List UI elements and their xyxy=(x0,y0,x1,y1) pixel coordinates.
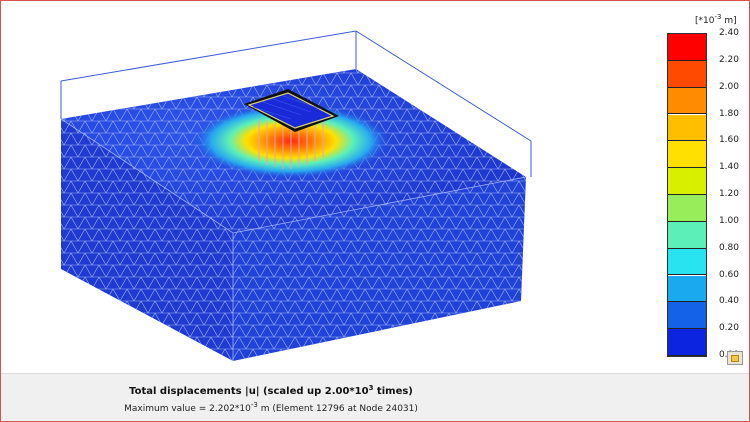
legend-tick-label: 0.20 xyxy=(718,323,739,334)
legend-step xyxy=(668,329,706,356)
legend-tick-label: 2.40 xyxy=(718,28,739,38)
maximum-value-text: Maximum value = 2.202*10-3 m (Element 12… xyxy=(124,401,418,414)
legend-step xyxy=(668,248,706,276)
legend-step xyxy=(668,114,706,142)
lock-icon[interactable] xyxy=(727,351,743,365)
legend-step xyxy=(668,195,706,222)
legend-step xyxy=(668,168,706,195)
legend-step xyxy=(668,60,706,88)
legend-tick-label: 1.20 xyxy=(718,189,739,199)
legend-tick-label: 0.40 xyxy=(718,296,739,307)
legend-step xyxy=(668,275,706,303)
results-window: [*10-3 m] 2.40 2.20 2.00 1.80 1.60 1.40 1.20 1.… xyxy=(0,0,750,422)
result-title: Total displacements |u| (scaled up 2.00*… xyxy=(129,384,413,397)
model-viewport[interactable] xyxy=(1,1,661,373)
legend-tick-label: 2.00 xyxy=(718,81,739,92)
legend-tick-label: 1.80 xyxy=(718,108,739,119)
legend-tick-label: 2.20 xyxy=(718,54,739,65)
legend-tick-label: 1.40 xyxy=(718,162,739,173)
legend-step xyxy=(668,221,706,249)
legend-tick-label: 1.00 xyxy=(718,215,739,226)
color-legend: [*10-3 m] 2.40 2.20 2.00 1.80 1.60 1.40 1.20 1.… xyxy=(661,9,749,369)
legend-color-bar xyxy=(667,33,707,357)
legend-step xyxy=(668,302,706,330)
legend-tick-label: 1.60 xyxy=(718,135,739,146)
legend-step xyxy=(668,87,706,115)
legend-tick-label: 0.60 xyxy=(718,269,739,280)
legend-unit-label: [*10-3 m] xyxy=(695,13,737,26)
legend-tick-label: 0.80 xyxy=(718,242,739,253)
status-panel: Total displacements |u| (scaled up 2.00*… xyxy=(1,373,749,421)
legend-step xyxy=(668,141,706,169)
model-3d-view xyxy=(60,30,532,361)
legend-step xyxy=(668,34,706,61)
